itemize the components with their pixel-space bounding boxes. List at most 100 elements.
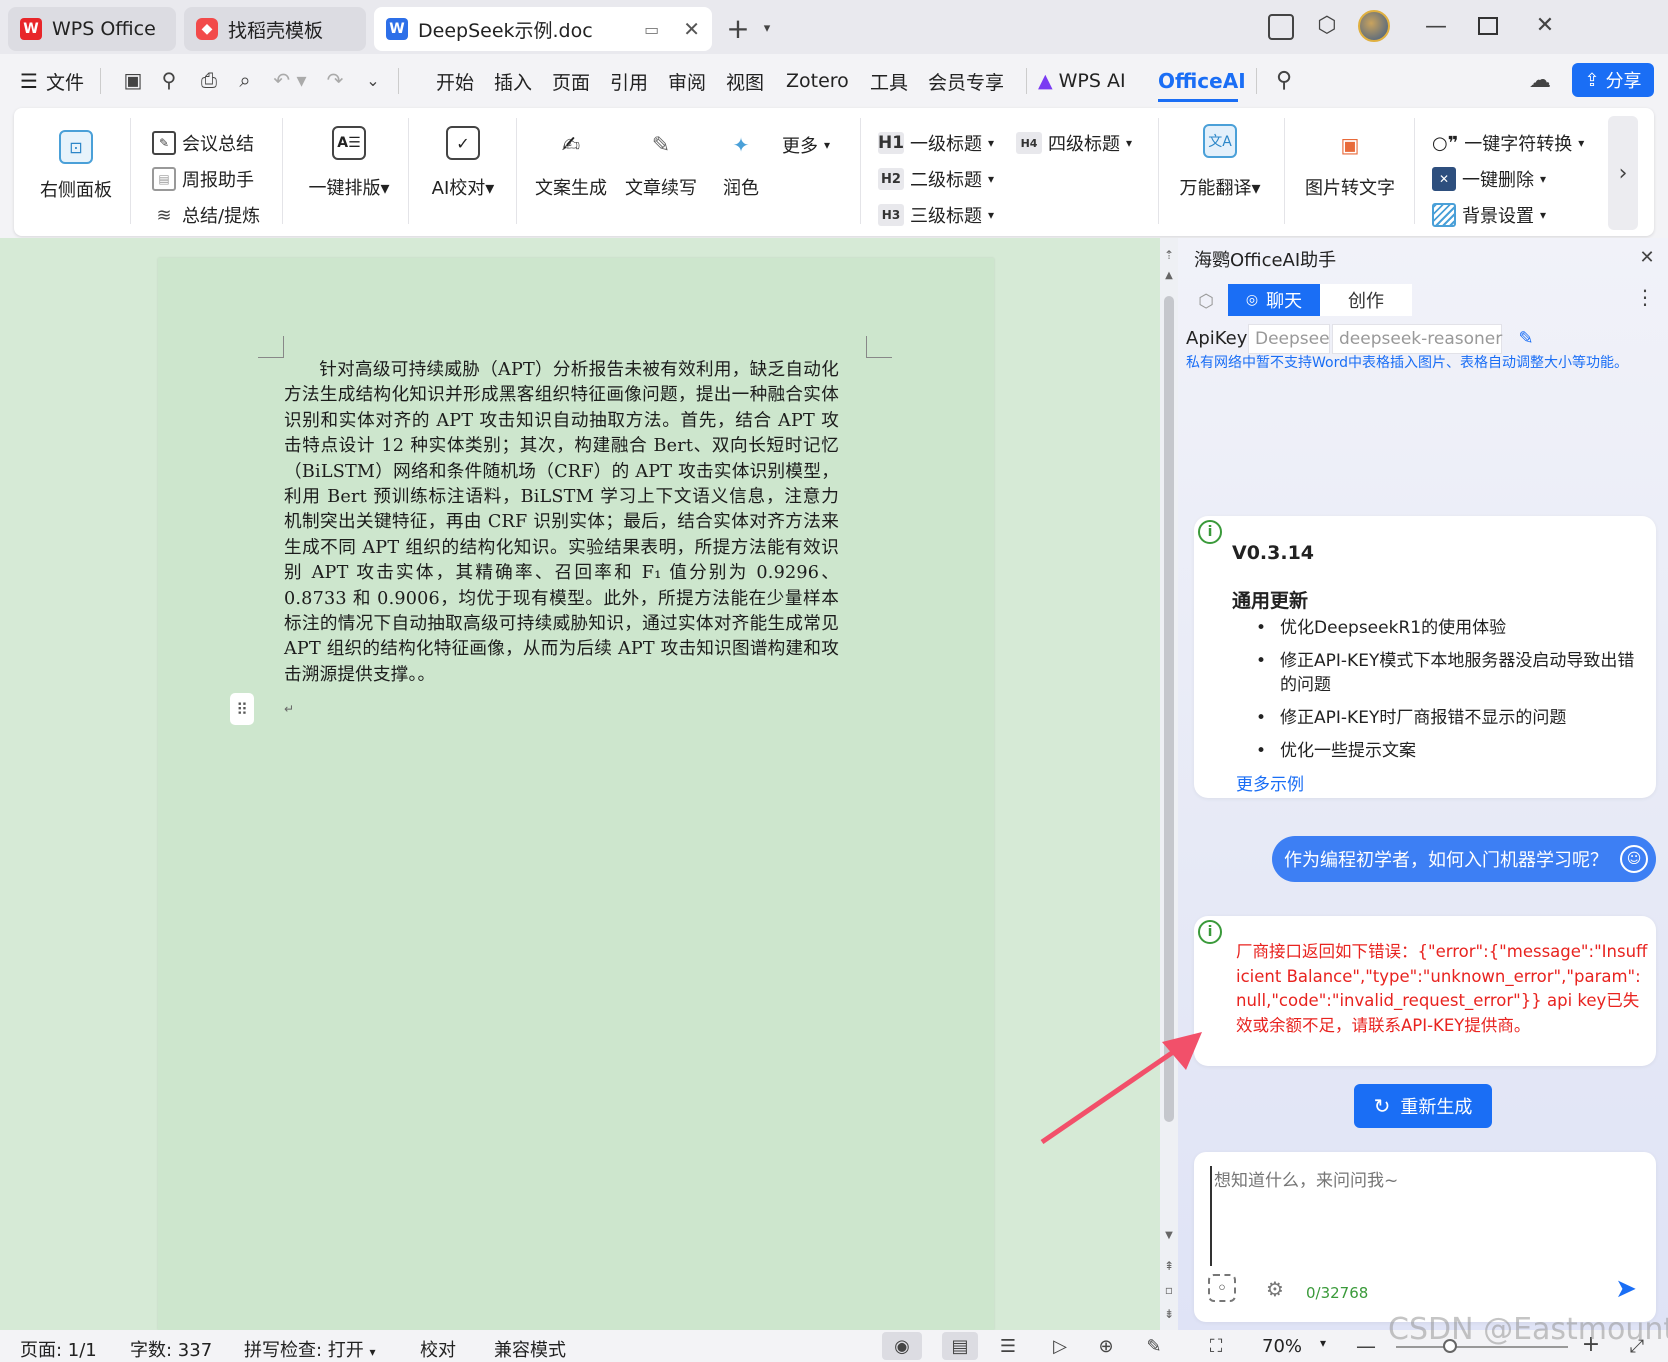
- file-menu[interactable]: ☰ 文件: [20, 66, 84, 96]
- summarize-button[interactable]: ≋ 总结/提炼: [152, 202, 260, 228]
- scroll-thumb[interactable]: [1164, 296, 1174, 1122]
- more-chevron-icon[interactable]: ⌄: [360, 66, 386, 94]
- share-link-icon[interactable]: ⚲: [156, 66, 182, 94]
- divider: [860, 118, 861, 224]
- menu-insert[interactable]: 插入: [494, 66, 532, 96]
- menu-zotero[interactable]: Zotero: [786, 66, 849, 96]
- zoom-dropdown-icon[interactable]: ▾: [1320, 1336, 1326, 1350]
- tab-label: 找稻壳模板: [228, 19, 324, 42]
- cloud-upload-icon[interactable]: ☁: [1526, 66, 1554, 94]
- tab-create[interactable]: 创作: [1320, 284, 1412, 316]
- chat-input[interactable]: [1210, 1166, 1640, 1266]
- word-count[interactable]: 字数: 337: [130, 1336, 212, 1362]
- heading2-button[interactable]: H2 二级标题 ▾: [878, 166, 994, 192]
- weekly-helper-button[interactable]: ▤ 周报助手: [152, 166, 254, 192]
- translate-button[interactable]: 文A 万能翻译▾: [1168, 120, 1272, 200]
- search-icon[interactable]: ⚲: [1270, 66, 1298, 94]
- eye-protect-icon[interactable]: ◉: [882, 1332, 922, 1360]
- zoom-out-icon[interactable]: —: [1354, 1332, 1378, 1360]
- print-preview-icon[interactable]: ⌕: [232, 66, 258, 94]
- maximize-icon[interactable]: [1478, 17, 1498, 35]
- model-select[interactable]: deepseek-reasoner: [1332, 324, 1502, 354]
- cube-small-icon[interactable]: ⬡: [1192, 288, 1220, 314]
- char-convert-button[interactable]: ○❞ 一键字符转换 ▾: [1432, 130, 1584, 156]
- tab-chat[interactable]: ◎ 聊天: [1228, 284, 1320, 316]
- one-click-delete-button[interactable]: ✕ 一键删除 ▾: [1432, 166, 1546, 192]
- tab-document[interactable]: W DeepSeek示例.doc ▭ ✕: [374, 7, 712, 51]
- active-menu-underline: [1158, 99, 1238, 102]
- menu-reference[interactable]: 引用: [610, 66, 648, 96]
- avatar[interactable]: [1358, 10, 1390, 42]
- label: 一键字符转换: [1464, 134, 1573, 155]
- ai-proofread-button[interactable]: ✓ AI校对▾: [418, 120, 508, 200]
- scroll-down-arrow-icon[interactable]: ▼: [1160, 1230, 1178, 1241]
- edit-pencil-icon[interactable]: ✎: [1514, 324, 1538, 352]
- label: 四级标题: [1048, 134, 1120, 155]
- scroll-up-arrow-icon[interactable]: ▲: [1160, 270, 1178, 281]
- scroll-up-icon[interactable]: ⇡: [1160, 248, 1178, 262]
- provider-select[interactable]: Deepseel: [1248, 324, 1330, 354]
- page-nav-icon[interactable]: ⇞ ▫ ⇟: [1160, 1254, 1178, 1326]
- pen-icon[interactable]: ✎: [1138, 1332, 1170, 1360]
- more-button[interactable]: 更多 ▾: [782, 132, 830, 158]
- close-tab-icon[interactable]: ✕: [683, 17, 700, 41]
- undo-icon[interactable]: ↶ ▾: [270, 66, 310, 94]
- close-window-icon[interactable]: ✕: [1530, 10, 1560, 40]
- screenshot-icon[interactable]: ◦: [1208, 1274, 1236, 1302]
- monitor-icon[interactable]: ▭: [644, 20, 659, 39]
- meeting-summary-button[interactable]: ✎ 会议总结: [152, 130, 254, 156]
- heading1-button[interactable]: H1 一级标题 ▾: [878, 130, 994, 156]
- cube-icon[interactable]: ⬡: [1314, 12, 1340, 38]
- play-icon[interactable]: ▷: [1044, 1332, 1076, 1360]
- window-restore-icon[interactable]: [1268, 14, 1294, 40]
- fit-page-icon[interactable]: ⛶: [1200, 1332, 1232, 1360]
- continue-write-button[interactable]: ✎ 文章续写: [618, 120, 704, 200]
- polish-button[interactable]: ✦ 润色: [708, 120, 774, 200]
- tab-template[interactable]: ◆ 找稻壳模板: [184, 7, 366, 51]
- menu-start[interactable]: 开始: [436, 66, 474, 96]
- document-paragraph[interactable]: 针对高级可持续威胁（APT）分析报告未被有效利用，缺乏自动化方法生成结构化知识并…: [284, 358, 839, 688]
- menu-review[interactable]: 审阅: [668, 66, 706, 96]
- drag-handle-icon[interactable]: ⠿: [230, 693, 254, 725]
- heading3-button[interactable]: H3 三级标题 ▾: [878, 202, 994, 228]
- menu-page[interactable]: 页面: [552, 66, 590, 96]
- label: 会议总结: [182, 134, 254, 155]
- img-to-text-button[interactable]: ▣ 图片转文字: [1294, 120, 1406, 200]
- share-icon: ⇪: [1584, 69, 1600, 91]
- menu-officeai[interactable]: OfficeAI: [1158, 66, 1246, 96]
- right-panel-button[interactable]: ⊡ 右侧面板: [22, 120, 130, 201]
- proofread-status[interactable]: 校对: [420, 1336, 456, 1362]
- settings-gear-icon[interactable]: ⚙: [1262, 1276, 1288, 1302]
- new-tab-icon[interactable]: +: [724, 12, 752, 45]
- print-icon[interactable]: ⎙: [196, 66, 222, 94]
- page-view-icon[interactable]: ▤: [942, 1332, 978, 1360]
- page-indicator[interactable]: 页面: 1/1: [20, 1336, 97, 1362]
- share-button[interactable]: ⇪ 分享: [1572, 63, 1654, 97]
- web-view-icon[interactable]: ⊕: [1090, 1332, 1122, 1360]
- continue-icon: ✎: [651, 132, 671, 158]
- tab-wps-office[interactable]: W WPS Office: [8, 7, 176, 51]
- more-vertical-icon[interactable]: ⋮: [1635, 284, 1655, 310]
- chevron-down-icon[interactable]: ▾: [758, 16, 776, 40]
- close-panel-icon[interactable]: ✕: [1636, 246, 1658, 268]
- heading4-button[interactable]: H4 四级标题 ▾: [1016, 130, 1132, 156]
- one-click-layout-button[interactable]: A☰ 一键排版▾: [298, 120, 400, 200]
- minimize-icon[interactable]: —: [1424, 12, 1448, 40]
- panel-title: 海鹦OfficeAI助手: [1194, 250, 1337, 271]
- menu-member[interactable]: 会员专享: [928, 66, 1004, 96]
- zoom-level[interactable]: 70%: [1262, 1336, 1302, 1357]
- label: 三级标题: [910, 206, 982, 227]
- copy-gen-button[interactable]: ✍ 文案生成: [528, 120, 614, 200]
- save-icon[interactable]: ▣: [120, 66, 146, 94]
- outline-view-icon[interactable]: ☰: [992, 1332, 1024, 1360]
- redo-icon[interactable]: ↷: [322, 66, 348, 94]
- menu-tools[interactable]: 工具: [870, 66, 908, 96]
- more-examples-link[interactable]: 更多示例: [1236, 770, 1304, 795]
- regenerate-button[interactable]: ↻ 重新生成: [1354, 1084, 1492, 1128]
- menu-view[interactable]: 视图: [726, 66, 764, 96]
- menu-wps-ai[interactable]: ▲ WPS AI: [1038, 66, 1126, 96]
- spell-check[interactable]: 拼写检查: 打开 ▾: [244, 1336, 376, 1362]
- bg-setting-button[interactable]: 背景设置 ▾: [1432, 202, 1546, 228]
- send-icon[interactable]: ➤: [1610, 1274, 1642, 1304]
- ribbon-scroll-right-icon[interactable]: ›: [1608, 116, 1638, 230]
